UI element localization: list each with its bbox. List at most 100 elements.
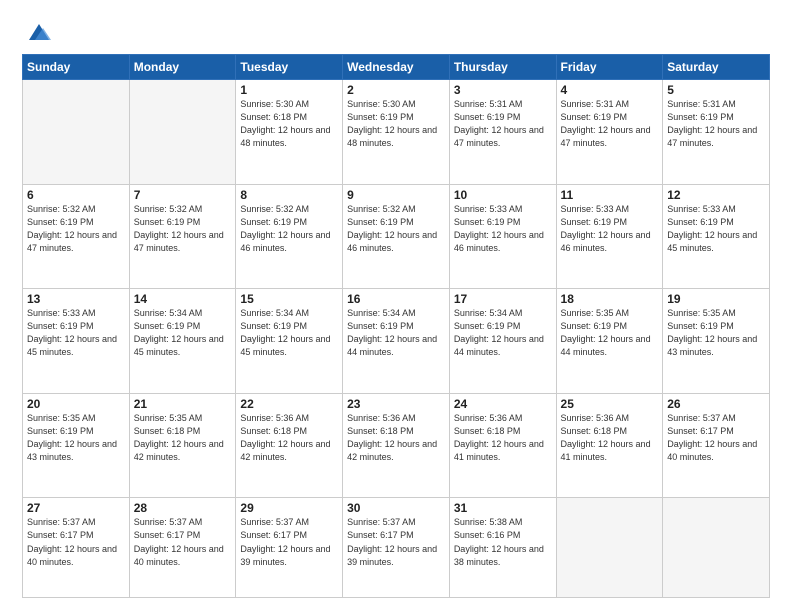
weekday-header-row: SundayMondayTuesdayWednesdayThursdayFrid… bbox=[23, 55, 770, 80]
calendar-cell: 19Sunrise: 5:35 AM Sunset: 6:19 PM Dayli… bbox=[663, 289, 770, 394]
calendar-cell: 10Sunrise: 5:33 AM Sunset: 6:19 PM Dayli… bbox=[449, 184, 556, 289]
day-number: 1 bbox=[240, 83, 338, 97]
calendar-cell: 21Sunrise: 5:35 AM Sunset: 6:18 PM Dayli… bbox=[129, 393, 236, 498]
calendar-cell: 2Sunrise: 5:30 AM Sunset: 6:19 PM Daylig… bbox=[343, 80, 450, 185]
day-info: Sunrise: 5:37 AM Sunset: 6:17 PM Dayligh… bbox=[134, 516, 232, 568]
weekday-header: Wednesday bbox=[343, 55, 450, 80]
day-info: Sunrise: 5:33 AM Sunset: 6:19 PM Dayligh… bbox=[27, 307, 125, 359]
page-header bbox=[22, 18, 770, 46]
day-number: 5 bbox=[667, 83, 765, 97]
day-number: 31 bbox=[454, 501, 552, 515]
day-info: Sunrise: 5:37 AM Sunset: 6:17 PM Dayligh… bbox=[667, 412, 765, 464]
day-info: Sunrise: 5:37 AM Sunset: 6:17 PM Dayligh… bbox=[240, 516, 338, 568]
calendar-cell: 24Sunrise: 5:36 AM Sunset: 6:18 PM Dayli… bbox=[449, 393, 556, 498]
day-info: Sunrise: 5:37 AM Sunset: 6:17 PM Dayligh… bbox=[27, 516, 125, 568]
calendar-cell: 22Sunrise: 5:36 AM Sunset: 6:18 PM Dayli… bbox=[236, 393, 343, 498]
day-info: Sunrise: 5:32 AM Sunset: 6:19 PM Dayligh… bbox=[134, 203, 232, 255]
weekday-header: Monday bbox=[129, 55, 236, 80]
day-number: 10 bbox=[454, 188, 552, 202]
calendar-cell: 3Sunrise: 5:31 AM Sunset: 6:19 PM Daylig… bbox=[449, 80, 556, 185]
day-info: Sunrise: 5:31 AM Sunset: 6:19 PM Dayligh… bbox=[561, 98, 659, 150]
calendar-cell: 13Sunrise: 5:33 AM Sunset: 6:19 PM Dayli… bbox=[23, 289, 130, 394]
day-info: Sunrise: 5:30 AM Sunset: 6:18 PM Dayligh… bbox=[240, 98, 338, 150]
day-number: 16 bbox=[347, 292, 445, 306]
day-number: 8 bbox=[240, 188, 338, 202]
weekday-header: Sunday bbox=[23, 55, 130, 80]
week-row: 13Sunrise: 5:33 AM Sunset: 6:19 PM Dayli… bbox=[23, 289, 770, 394]
weekday-header: Friday bbox=[556, 55, 663, 80]
day-info: Sunrise: 5:31 AM Sunset: 6:19 PM Dayligh… bbox=[454, 98, 552, 150]
day-number: 17 bbox=[454, 292, 552, 306]
calendar-cell: 6Sunrise: 5:32 AM Sunset: 6:19 PM Daylig… bbox=[23, 184, 130, 289]
day-info: Sunrise: 5:33 AM Sunset: 6:19 PM Dayligh… bbox=[667, 203, 765, 255]
calendar-cell: 26Sunrise: 5:37 AM Sunset: 6:17 PM Dayli… bbox=[663, 393, 770, 498]
calendar-cell: 12Sunrise: 5:33 AM Sunset: 6:19 PM Dayli… bbox=[663, 184, 770, 289]
calendar-cell: 4Sunrise: 5:31 AM Sunset: 6:19 PM Daylig… bbox=[556, 80, 663, 185]
day-number: 24 bbox=[454, 397, 552, 411]
day-number: 20 bbox=[27, 397, 125, 411]
calendar-cell bbox=[556, 498, 663, 598]
day-info: Sunrise: 5:32 AM Sunset: 6:19 PM Dayligh… bbox=[347, 203, 445, 255]
calendar-cell: 27Sunrise: 5:37 AM Sunset: 6:17 PM Dayli… bbox=[23, 498, 130, 598]
weekday-header: Saturday bbox=[663, 55, 770, 80]
day-info: Sunrise: 5:34 AM Sunset: 6:19 PM Dayligh… bbox=[347, 307, 445, 359]
weekday-header: Tuesday bbox=[236, 55, 343, 80]
day-number: 2 bbox=[347, 83, 445, 97]
day-info: Sunrise: 5:36 AM Sunset: 6:18 PM Dayligh… bbox=[561, 412, 659, 464]
calendar-cell: 28Sunrise: 5:37 AM Sunset: 6:17 PM Dayli… bbox=[129, 498, 236, 598]
day-info: Sunrise: 5:35 AM Sunset: 6:18 PM Dayligh… bbox=[134, 412, 232, 464]
day-info: Sunrise: 5:32 AM Sunset: 6:19 PM Dayligh… bbox=[27, 203, 125, 255]
calendar-cell bbox=[129, 80, 236, 185]
day-number: 15 bbox=[240, 292, 338, 306]
calendar-cell: 25Sunrise: 5:36 AM Sunset: 6:18 PM Dayli… bbox=[556, 393, 663, 498]
day-info: Sunrise: 5:35 AM Sunset: 6:19 PM Dayligh… bbox=[27, 412, 125, 464]
week-row: 27Sunrise: 5:37 AM Sunset: 6:17 PM Dayli… bbox=[23, 498, 770, 598]
day-number: 9 bbox=[347, 188, 445, 202]
calendar-page: SundayMondayTuesdayWednesdayThursdayFrid… bbox=[0, 0, 792, 612]
day-info: Sunrise: 5:33 AM Sunset: 6:19 PM Dayligh… bbox=[561, 203, 659, 255]
day-info: Sunrise: 5:36 AM Sunset: 6:18 PM Dayligh… bbox=[240, 412, 338, 464]
day-number: 23 bbox=[347, 397, 445, 411]
day-number: 6 bbox=[27, 188, 125, 202]
week-row: 6Sunrise: 5:32 AM Sunset: 6:19 PM Daylig… bbox=[23, 184, 770, 289]
calendar-cell: 9Sunrise: 5:32 AM Sunset: 6:19 PM Daylig… bbox=[343, 184, 450, 289]
calendar-cell: 15Sunrise: 5:34 AM Sunset: 6:19 PM Dayli… bbox=[236, 289, 343, 394]
logo bbox=[22, 18, 53, 46]
day-info: Sunrise: 5:34 AM Sunset: 6:19 PM Dayligh… bbox=[240, 307, 338, 359]
day-number: 14 bbox=[134, 292, 232, 306]
day-info: Sunrise: 5:37 AM Sunset: 6:17 PM Dayligh… bbox=[347, 516, 445, 568]
day-info: Sunrise: 5:34 AM Sunset: 6:19 PM Dayligh… bbox=[134, 307, 232, 359]
calendar-cell: 29Sunrise: 5:37 AM Sunset: 6:17 PM Dayli… bbox=[236, 498, 343, 598]
calendar-cell: 14Sunrise: 5:34 AM Sunset: 6:19 PM Dayli… bbox=[129, 289, 236, 394]
week-row: 20Sunrise: 5:35 AM Sunset: 6:19 PM Dayli… bbox=[23, 393, 770, 498]
day-info: Sunrise: 5:34 AM Sunset: 6:19 PM Dayligh… bbox=[454, 307, 552, 359]
day-number: 11 bbox=[561, 188, 659, 202]
day-info: Sunrise: 5:32 AM Sunset: 6:19 PM Dayligh… bbox=[240, 203, 338, 255]
day-info: Sunrise: 5:33 AM Sunset: 6:19 PM Dayligh… bbox=[454, 203, 552, 255]
day-number: 7 bbox=[134, 188, 232, 202]
day-number: 29 bbox=[240, 501, 338, 515]
day-info: Sunrise: 5:35 AM Sunset: 6:19 PM Dayligh… bbox=[561, 307, 659, 359]
day-number: 27 bbox=[27, 501, 125, 515]
day-number: 19 bbox=[667, 292, 765, 306]
calendar-cell: 7Sunrise: 5:32 AM Sunset: 6:19 PM Daylig… bbox=[129, 184, 236, 289]
day-info: Sunrise: 5:35 AM Sunset: 6:19 PM Dayligh… bbox=[667, 307, 765, 359]
day-info: Sunrise: 5:31 AM Sunset: 6:19 PM Dayligh… bbox=[667, 98, 765, 150]
calendar-cell: 31Sunrise: 5:38 AM Sunset: 6:16 PM Dayli… bbox=[449, 498, 556, 598]
weekday-header: Thursday bbox=[449, 55, 556, 80]
day-number: 12 bbox=[667, 188, 765, 202]
day-number: 13 bbox=[27, 292, 125, 306]
calendar-cell: 23Sunrise: 5:36 AM Sunset: 6:18 PM Dayli… bbox=[343, 393, 450, 498]
day-number: 30 bbox=[347, 501, 445, 515]
calendar-cell: 11Sunrise: 5:33 AM Sunset: 6:19 PM Dayli… bbox=[556, 184, 663, 289]
week-row: 1Sunrise: 5:30 AM Sunset: 6:18 PM Daylig… bbox=[23, 80, 770, 185]
day-info: Sunrise: 5:38 AM Sunset: 6:16 PM Dayligh… bbox=[454, 516, 552, 568]
day-info: Sunrise: 5:30 AM Sunset: 6:19 PM Dayligh… bbox=[347, 98, 445, 150]
day-number: 22 bbox=[240, 397, 338, 411]
day-number: 3 bbox=[454, 83, 552, 97]
day-number: 21 bbox=[134, 397, 232, 411]
day-number: 25 bbox=[561, 397, 659, 411]
calendar-cell: 20Sunrise: 5:35 AM Sunset: 6:19 PM Dayli… bbox=[23, 393, 130, 498]
day-info: Sunrise: 5:36 AM Sunset: 6:18 PM Dayligh… bbox=[454, 412, 552, 464]
calendar-cell: 17Sunrise: 5:34 AM Sunset: 6:19 PM Dayli… bbox=[449, 289, 556, 394]
